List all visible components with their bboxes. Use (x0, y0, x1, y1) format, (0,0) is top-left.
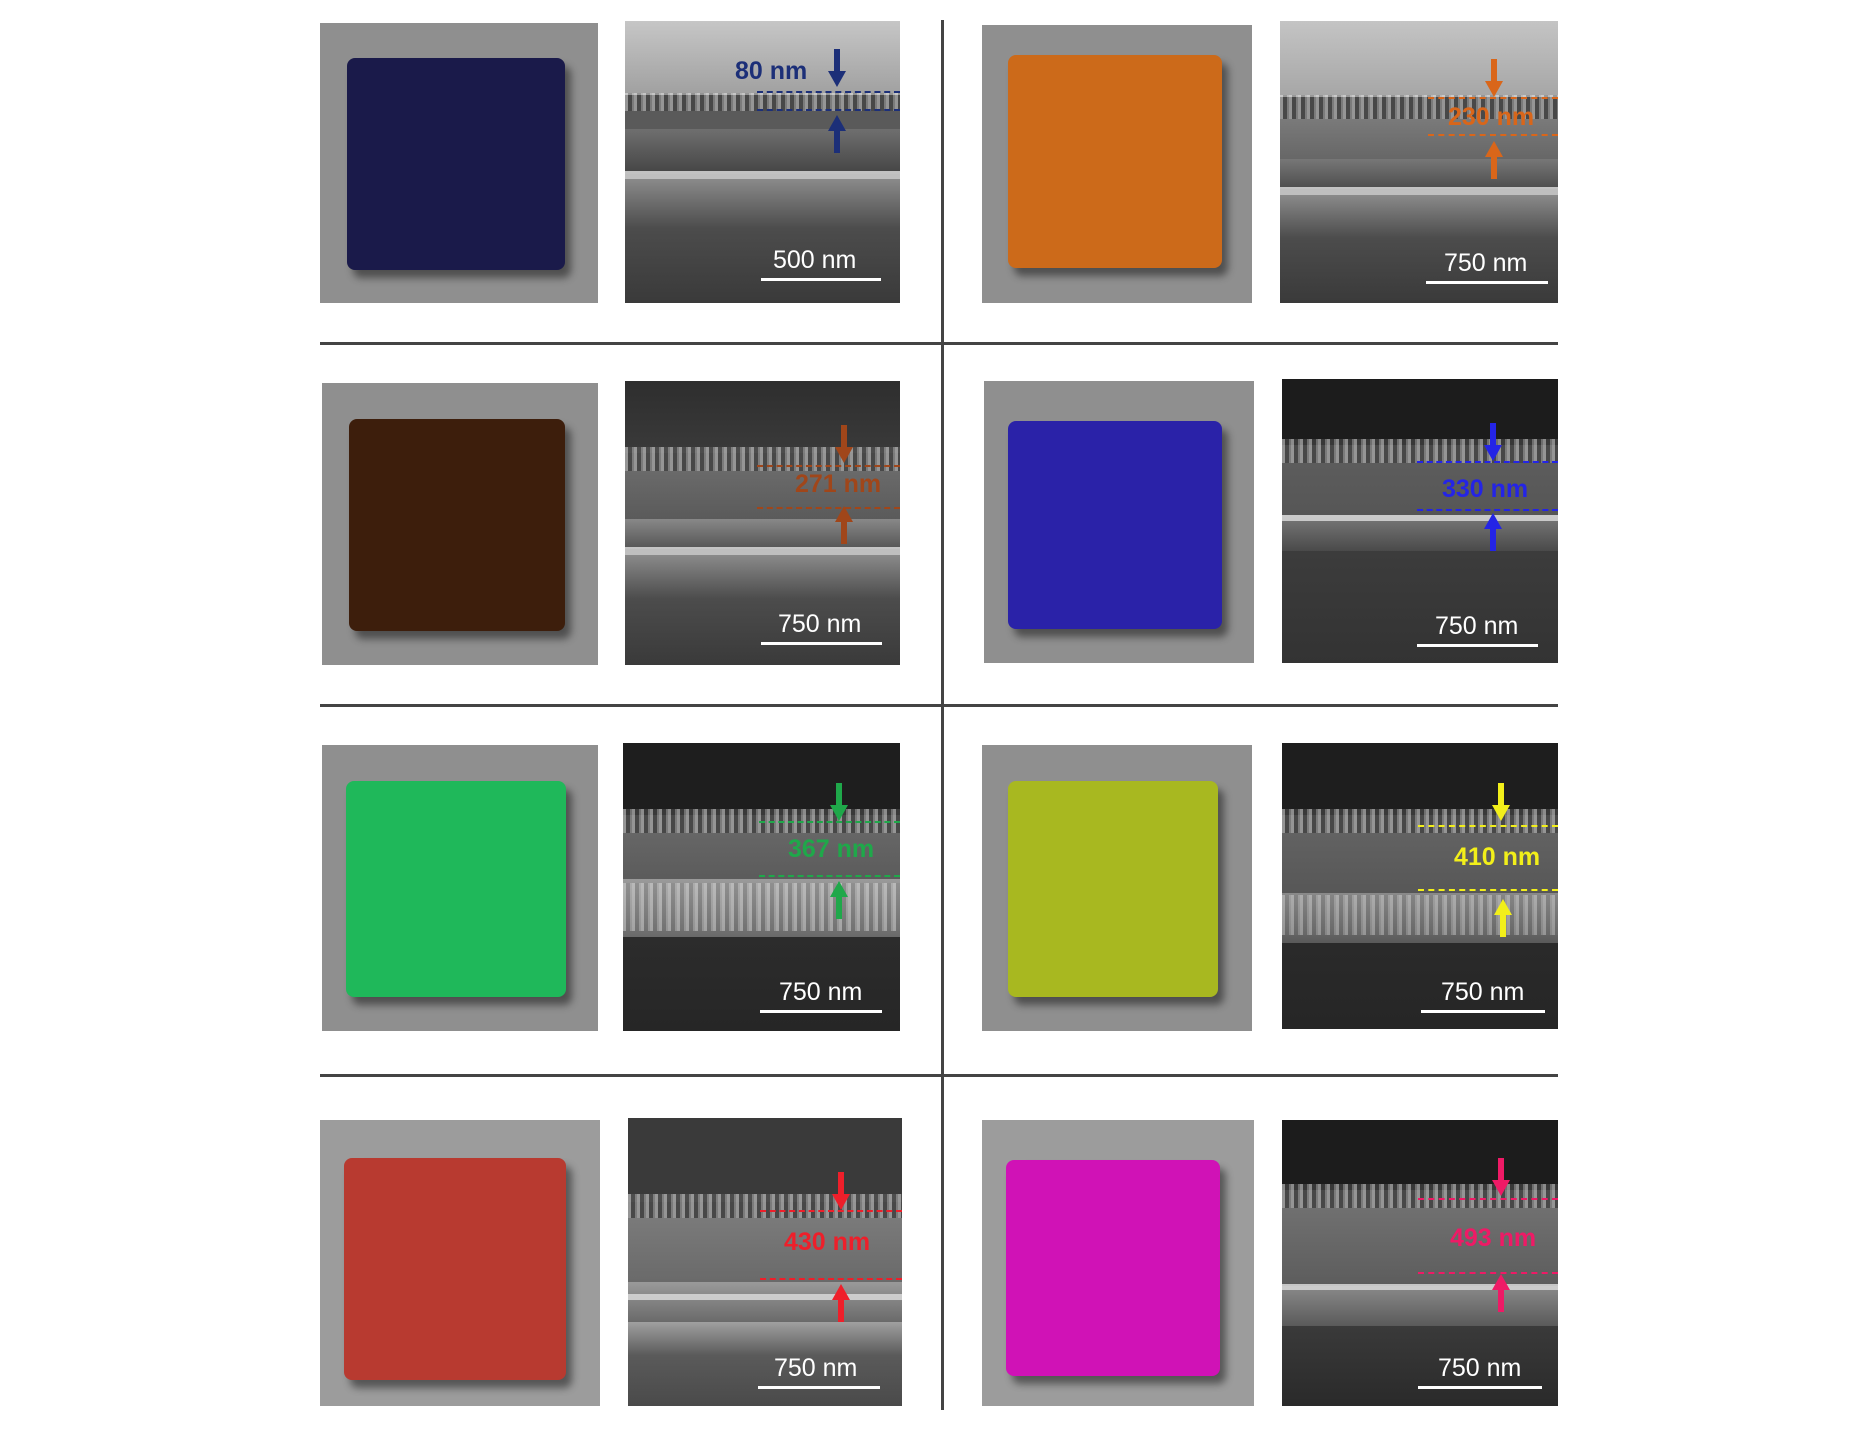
sample-background (982, 745, 1252, 1031)
arrow-down-icon (828, 49, 846, 87)
scale-bar (761, 642, 882, 645)
thickness-label: 410 nm (1454, 843, 1541, 871)
sample-swatch (1008, 421, 1222, 629)
sem-cross-section: 493 nm 750 nm (1282, 1120, 1558, 1406)
scale-bar (761, 278, 881, 281)
scale-bar-label: 750 nm (779, 978, 863, 1006)
arrow-up-icon (832, 1284, 850, 1322)
sem-cross-section: 230 nm 750 nm (1280, 21, 1558, 303)
sample-background (320, 23, 598, 303)
thickness-label: 493 nm (1450, 1224, 1537, 1252)
sample-background (320, 1120, 600, 1406)
figure: 80 nm 500 nm 230 nm 750 nm 271 nm 750 nm… (0, 0, 1860, 1430)
scale-bar-label: 500 nm (773, 246, 857, 274)
sample-swatch (346, 781, 566, 997)
arrow-down-icon (835, 425, 853, 463)
scale-bar (1417, 644, 1538, 647)
scale-bar (1421, 1010, 1545, 1013)
arrow-up-icon (1484, 513, 1502, 551)
sem-cross-section: 367 nm 750 nm (623, 743, 900, 1031)
sample-swatch (1008, 781, 1218, 997)
sample-swatch (344, 1158, 566, 1380)
sem-cross-section: 410 nm 750 nm (1282, 743, 1558, 1029)
sem-cross-section: 80 nm 500 nm (625, 21, 900, 303)
arrow-up-icon (1494, 899, 1512, 937)
scale-bar-label: 750 nm (774, 1354, 858, 1382)
scale-bar (1426, 281, 1548, 284)
arrow-up-icon (1485, 141, 1503, 179)
arrow-down-icon (832, 1172, 850, 1210)
sample-swatch (349, 419, 565, 631)
sample-swatch (1008, 55, 1222, 268)
sample-background (322, 745, 598, 1031)
sample-background (984, 381, 1254, 663)
scale-bar-label: 750 nm (1441, 978, 1525, 1006)
arrow-up-icon (830, 881, 848, 919)
arrow-up-icon (835, 506, 853, 544)
scale-bar-label: 750 nm (1438, 1354, 1522, 1382)
scale-bar-label: 750 nm (778, 610, 862, 638)
thickness-label: 367 nm (788, 835, 875, 863)
sample-background (982, 1120, 1254, 1406)
arrow-down-icon (1485, 59, 1503, 97)
thickness-label: 430 nm (784, 1228, 871, 1256)
arrow-down-icon (1484, 423, 1502, 461)
thickness-label: 80 nm (735, 57, 808, 85)
sample-background (982, 25, 1252, 303)
thickness-label: 271 nm (795, 470, 882, 498)
sample-swatch (347, 58, 565, 270)
row-divider-3 (320, 1074, 1558, 1077)
arrow-down-icon (830, 783, 848, 821)
scale-bar-label: 750 nm (1435, 612, 1519, 640)
row-divider-2 (320, 704, 1558, 707)
vertical-divider (941, 20, 944, 1410)
row-divider-1 (320, 342, 1558, 345)
arrow-down-icon (1492, 783, 1510, 821)
sample-swatch (1006, 1160, 1220, 1376)
scale-bar-label: 750 nm (1444, 249, 1528, 277)
arrow-up-icon (828, 115, 846, 153)
scale-bar (758, 1386, 880, 1389)
arrow-down-icon (1492, 1158, 1510, 1196)
thickness-label: 330 nm (1442, 475, 1529, 503)
sem-cross-section: 430 nm 750 nm (628, 1118, 902, 1406)
thickness-label: 230 nm (1448, 103, 1535, 131)
scale-bar (760, 1010, 882, 1013)
sem-cross-section: 271 nm 750 nm (625, 381, 900, 665)
scale-bar (1418, 1386, 1542, 1389)
sem-cross-section: 330 nm 750 nm (1282, 379, 1558, 663)
arrow-up-icon (1492, 1274, 1510, 1312)
sample-background (322, 383, 598, 665)
